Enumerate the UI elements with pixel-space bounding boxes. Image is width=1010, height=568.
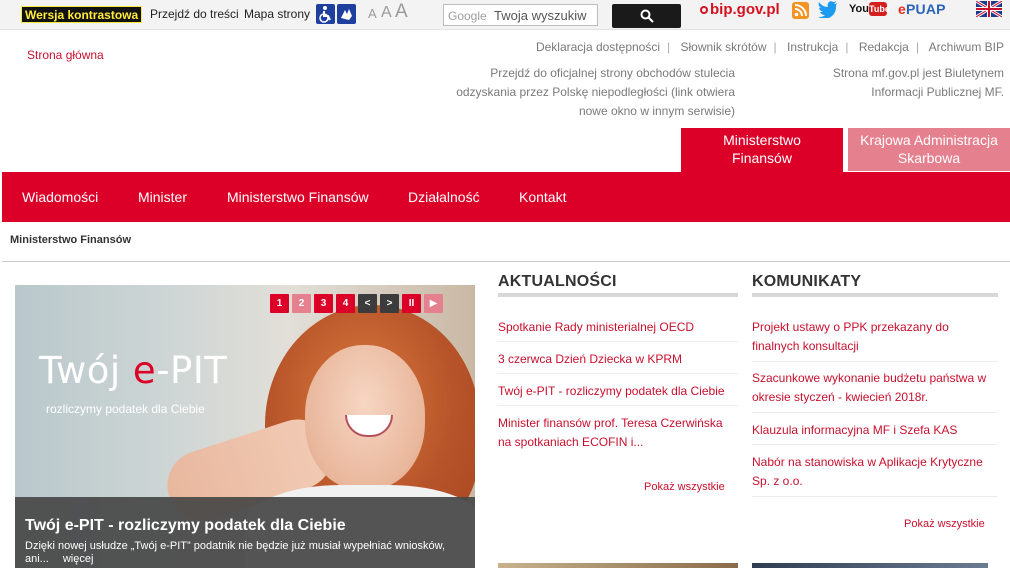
announcements-title-underline [752,293,998,297]
search-input[interactable] [494,7,594,24]
news-item[interactable]: Minister finansów prof. Teresa Czerwińsk… [498,414,738,457]
news-title-underline [498,293,738,297]
sign-language-icon[interactable] [337,4,356,24]
font-size-large[interactable]: A [395,1,408,23]
top-utility-bar: Wersja kontrastowa Przejdź do treści Map… [0,0,1010,30]
slide-more-link[interactable]: więcej [63,553,94,565]
slide-caption-title[interactable]: Twój e-PIT - rozliczymy podatek dla Cieb… [25,516,465,536]
skip-to-content-link[interactable]: Przejdź do treści [150,7,239,21]
search-box[interactable]: Google [443,4,598,26]
slide-next-button[interactable]: > [380,294,399,313]
slide-page-4-button[interactable]: 4 [336,294,355,313]
tab-national-revenue-administration[interactable]: Krajowa Administracja Skarbowa [848,128,1010,171]
contrast-version-button[interactable]: Wersja kontrastowa [21,6,143,23]
accessibility-declaration-link[interactable]: Deklaracja dostępności [536,40,660,54]
slide-pause-button[interactable]: II [402,294,421,313]
slide-prev-button[interactable]: < [358,294,377,313]
slide-subtitle: rozliczymy podatek dla Ciebie [46,402,205,416]
wheelchair-icon[interactable] [316,4,335,24]
bip-info-text: Strona mf.gov.pl jest Biuletynem Informa… [832,66,1004,99]
rss-icon[interactable] [792,2,809,19]
announcement-thumbnail-image[interactable] [752,563,988,568]
slide-headline: Twój e-PIT [39,349,228,392]
announcement-item[interactable]: Klauzula informacyjna MF i Szefa KAS [752,421,998,445]
featured-slider[interactable]: Twój e-PIT rozliczymy podatek dla Ciebie… [15,285,475,568]
news-show-all-link[interactable]: Pokaż wszystkie [644,481,725,493]
slide-page-1-button[interactable]: 1 [270,294,289,313]
main-navigation: Wiadomości Minister Ministerstwo Finansó… [2,172,1010,222]
editorial-link[interactable]: Redakcja [859,40,909,54]
announcements-section-title: KOMUNIKATY [752,273,862,290]
search-icon [640,9,654,23]
youtube-icon[interactable]: You Tube [849,2,890,17]
bip-logo-icon [700,6,708,14]
news-item[interactable]: Twój e-PIT - rozliczymy podatek dla Cieb… [498,382,738,406]
nav-item-activities[interactable]: Działalność [408,189,480,205]
english-flag-icon[interactable] [975,0,1003,19]
breadcrumb: Ministerstwo Finansów [10,234,132,246]
centenary-link[interactable]: Przejdź do oficjalnej strony obchodów st… [456,64,735,121]
abbreviations-glossary-link[interactable]: Słownik skrótów [680,40,766,54]
announcements-show-all-link[interactable]: Pokaż wszystkie [904,518,985,530]
announcement-item[interactable]: Projekt ustawy o PPK przekazany do final… [752,318,998,362]
google-brand-label: Google [448,9,487,23]
bip-link[interactable]: bip.gov.pl [700,1,780,18]
slide-page-3-button[interactable]: 3 [314,294,333,313]
nav-item-minister[interactable]: Minister [138,189,187,205]
sitemap-link[interactable]: Mapa strony [244,7,310,21]
slide-play-button[interactable]: ▶ [424,294,443,313]
instructions-link[interactable]: Instrukcja [787,40,838,54]
news-section-title: AKTUALNOŚCI [498,273,617,290]
twitter-icon[interactable] [818,1,838,21]
nav-item-news[interactable]: Wiadomości [22,189,98,205]
news-item[interactable]: Spotkanie Rady ministerialnej OECD [498,318,738,342]
bip-archive-link[interactable]: Archiwum BIP [929,40,1004,54]
slide-caption: Twój e-PIT - rozliczymy podatek dla Cieb… [15,497,475,568]
epuap-link[interactable]: ePUAP [898,1,946,17]
search-button[interactable] [612,4,681,28]
nav-item-ministry[interactable]: Ministerstwo Finansów [227,189,369,205]
announcement-item[interactable]: Nabór na stanowiska w Aplikacje Krytyczn… [752,453,998,497]
slide-caption-text: Dzięki nowej usłudze „Twój e-PIT” podatn… [25,540,446,565]
tab-ministry-of-finance[interactable]: Ministerstwo Finansów [681,128,843,173]
home-link[interactable]: Strona główna [27,48,104,62]
font-size-medium[interactable]: A [381,4,392,22]
news-thumbnail-image[interactable] [498,563,738,568]
nav-item-contact[interactable]: Kontakt [519,189,566,205]
slide-page-2-button[interactable]: 2 [292,294,311,313]
breadcrumb-divider [2,261,1010,262]
announcement-item[interactable]: Szacunkowe wykonanie budżetu państwa w o… [752,369,998,413]
font-size-small[interactable]: A [368,6,377,21]
header-links: Deklaracja dostępności | Słownik skrótów |… [535,40,1004,54]
news-item[interactable]: 3 czerwca Dzień Dziecka w KPRM [498,350,738,374]
